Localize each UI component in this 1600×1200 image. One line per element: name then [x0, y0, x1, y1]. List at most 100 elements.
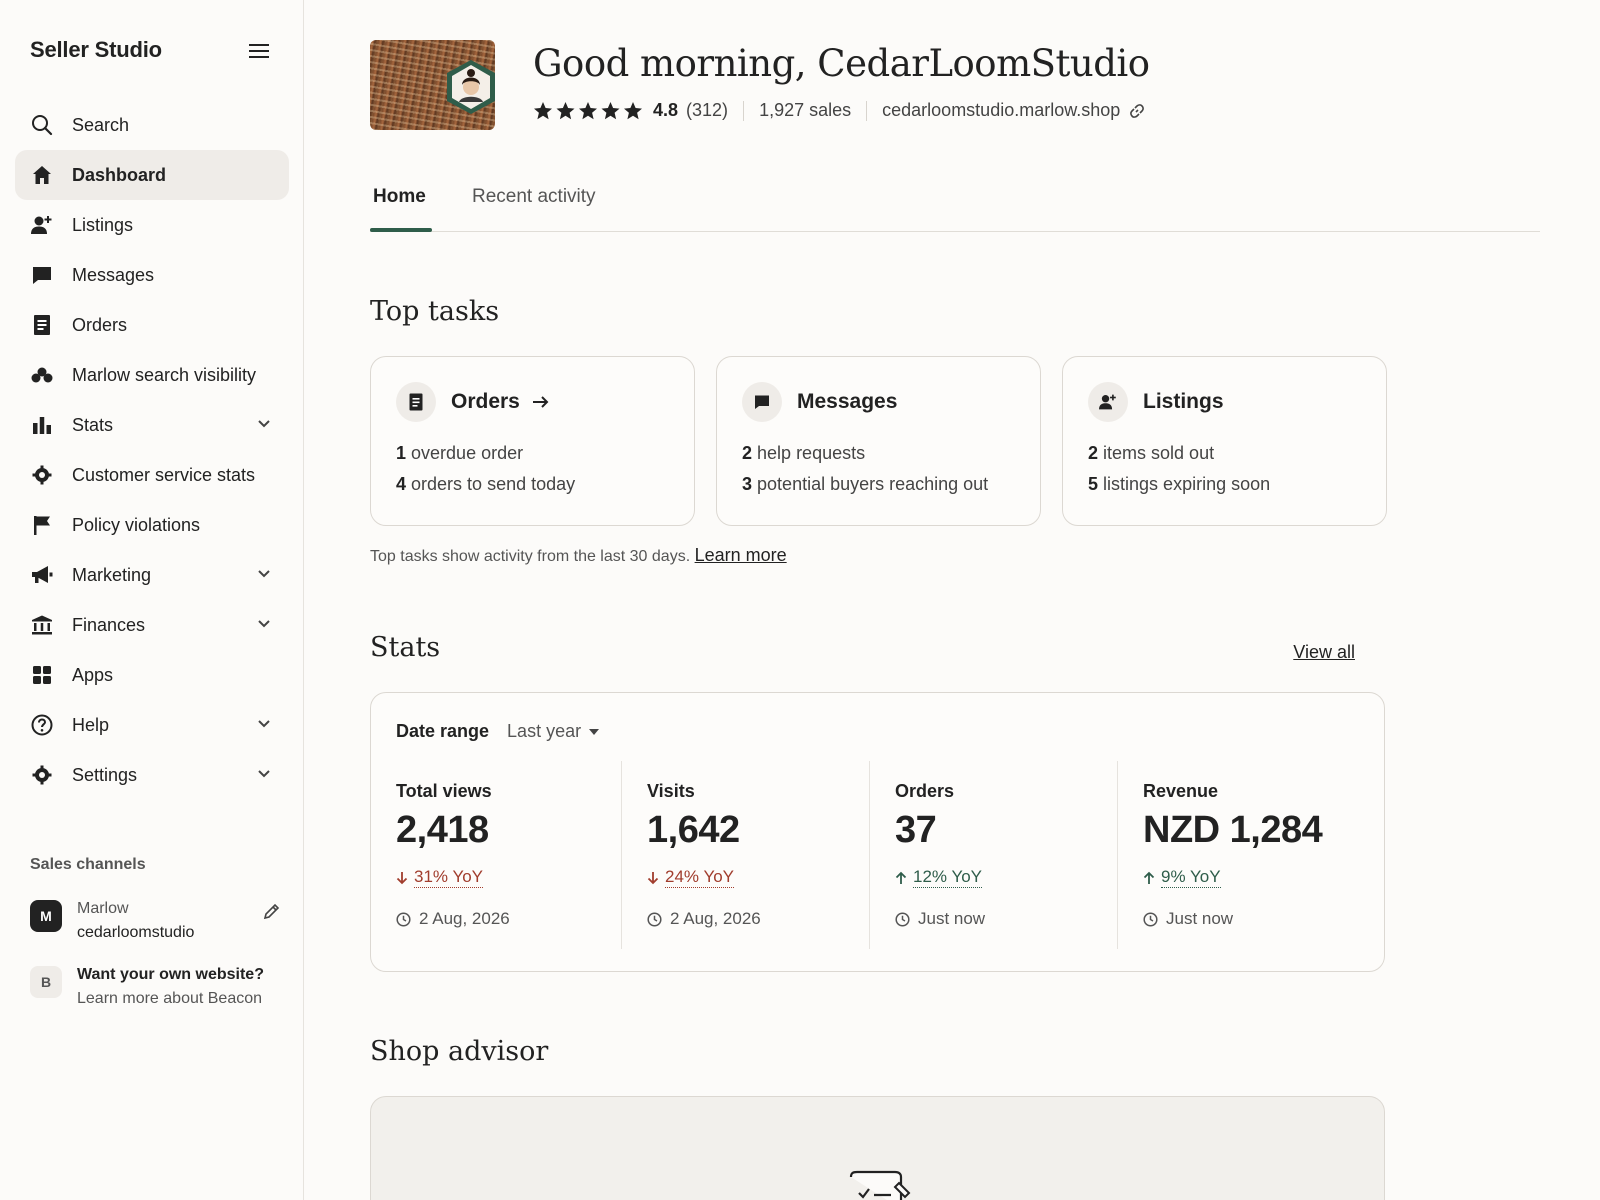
sales-channels-title: Sales channels — [30, 856, 146, 873]
sidebar-item-search-visibility[interactable]: Marlow search visibility — [15, 350, 289, 400]
task-title: Messages — [797, 390, 898, 413]
stats-title: Stats — [370, 632, 441, 663]
greeting-title: Good morning, CedarLoomStudio — [533, 42, 1150, 85]
sidebar-item-label: Customer service stats — [72, 464, 256, 485]
stat-change: 12% YoY — [895, 867, 983, 888]
date-range-selector[interactable]: Date range Last year — [396, 721, 600, 742]
beacon-subtitle: Learn more about Beacon — [77, 990, 263, 1007]
sidebar-item-label: Listings — [72, 214, 134, 235]
sidebar-item-help[interactable]: Help — [15, 700, 289, 750]
sidebar-item-label: Help — [72, 714, 110, 735]
caret-down-icon — [589, 728, 600, 735]
message-icon — [31, 264, 53, 286]
sidebar-item-apps[interactable]: Apps — [15, 650, 289, 700]
sidebar-item-search[interactable]: Search — [15, 100, 289, 150]
stat-updated: 2 Aug, 2026 — [647, 909, 761, 929]
checklist-icon — [849, 1170, 911, 1200]
sidebar-item-listings[interactable]: Listings — [15, 200, 289, 250]
sidebar-item-label: Marketing — [72, 564, 152, 585]
stat-updated: Just now — [1143, 909, 1233, 929]
arrow-right-icon — [532, 394, 550, 410]
task-line: 1 overdue order — [396, 443, 524, 463]
task-card-listings[interactable]: Listings 2 items sold out 5 listings exp… — [1062, 356, 1387, 526]
clock-icon — [1143, 911, 1158, 927]
grid-icon — [31, 664, 53, 686]
sidebar: Seller Studio Search Dashboard Listings … — [0, 0, 304, 1200]
tab-home[interactable]: Home — [373, 186, 426, 208]
stat-revenue[interactable]: Revenue NZD 1,284 9% YoY Just now — [1117, 761, 1365, 949]
arrow-up-icon — [1143, 871, 1155, 884]
sidebar-item-stats[interactable]: Stats — [15, 400, 289, 450]
chevron-down-icon — [257, 416, 271, 435]
task-card-messages[interactable]: Messages 2 help requests 3 potential buy… — [716, 356, 1041, 526]
stats-card: Date range Last year Total views 2,418 3… — [370, 692, 1385, 972]
task-line: 2 items sold out — [1088, 443, 1215, 463]
link-icon[interactable] — [1129, 103, 1145, 119]
main-content: Good morning, CedarLoomStudio 4.8 (312) … — [370, 0, 1540, 1200]
sidebar-item-label: Settings — [72, 764, 138, 785]
top-tasks-title: Top tasks — [370, 296, 500, 327]
stat-visits[interactable]: Visits 1,642 24% YoY 2 Aug, 2026 — [621, 761, 869, 949]
stat-change: 9% YoY — [1143, 867, 1221, 888]
clock-icon — [647, 911, 662, 927]
stat-orders[interactable]: Orders 37 12% YoY Just now — [869, 761, 1117, 949]
tab-recent-activity[interactable]: Recent activity — [472, 186, 596, 208]
sidebar-item-finances[interactable]: Finances — [15, 600, 289, 650]
chevron-down-icon — [257, 716, 271, 735]
clock-icon — [396, 911, 411, 927]
stat-label: Total views — [396, 781, 492, 801]
stat-value: NZD 1,284 — [1143, 809, 1323, 851]
sidebar-item-label: Messages — [72, 264, 155, 285]
stat-value: 2,418 — [396, 809, 489, 851]
sidebar-item-orders[interactable]: Orders — [15, 300, 289, 350]
stat-value: 1,642 — [647, 809, 740, 851]
sidebar-item-label: Stats — [72, 414, 114, 435]
sidebar-item-customer-service-stats[interactable]: Customer service stats — [15, 450, 289, 500]
rating-stars-icon — [533, 101, 645, 121]
stat-label: Revenue — [1143, 781, 1219, 801]
chevron-down-icon — [257, 616, 271, 635]
date-range-label: Date range — [396, 721, 490, 741]
task-line: 4 orders to send today — [396, 474, 576, 494]
channel-name: Marlow — [77, 900, 129, 917]
divider — [866, 100, 868, 121]
view-all-link[interactable]: View all — [1293, 642, 1355, 663]
arrow-down-icon — [647, 871, 659, 884]
task-line: 2 help requests — [742, 443, 866, 463]
review-count: (312) — [686, 100, 729, 120]
learn-more-link[interactable]: Learn more — [695, 545, 787, 565]
sidebar-item-dashboard[interactable]: Dashboard — [15, 150, 289, 200]
stat-label: Orders — [895, 781, 955, 801]
sidebar-item-label: Search — [72, 114, 130, 135]
sidebar-item-settings[interactable]: Settings — [15, 750, 289, 800]
task-card-orders[interactable]: Orders 1 overdue order 4 orders to send … — [370, 356, 695, 526]
sales-channel-beacon[interactable]: B Want your own website? Learn more abou… — [30, 963, 280, 1011]
task-line: 3 potential buyers reaching out — [742, 474, 989, 494]
clock-icon — [895, 911, 910, 927]
gear-icon — [31, 464, 53, 486]
bar-chart-icon — [31, 414, 53, 436]
menu-toggle-button[interactable] — [246, 40, 272, 62]
stat-change: 24% YoY — [647, 867, 735, 888]
stat-total-views[interactable]: Total views 2,418 31% YoY 2 Aug, 2026 — [396, 761, 621, 949]
shop-url-link[interactable]: cedarloomstudio.marlow.shop — [882, 100, 1120, 121]
megaphone-icon — [31, 564, 53, 586]
sidebar-item-label: Apps — [72, 664, 114, 685]
stat-label: Visits — [647, 781, 695, 801]
hamburger-icon — [249, 44, 269, 58]
message-icon — [742, 382, 782, 422]
help-icon — [31, 714, 53, 736]
sales-channel-marlow[interactable]: M Marlow cedarloomstudio — [30, 897, 280, 945]
stat-updated: Just now — [895, 909, 985, 929]
stat-updated: 2 Aug, 2026 — [396, 909, 510, 929]
edit-pencil-icon[interactable] — [262, 903, 280, 926]
sidebar-item-marketing[interactable]: Marketing — [15, 550, 289, 600]
shop-advisor-card — [370, 1096, 1385, 1200]
document-icon — [31, 314, 53, 336]
task-title: Listings — [1143, 390, 1224, 413]
shop-banner-image — [370, 40, 495, 130]
sidebar-nav: Search Dashboard Listings Messages Order… — [15, 100, 289, 800]
search-icon — [31, 114, 53, 136]
sidebar-item-policy-violations[interactable]: Policy violations — [15, 500, 289, 550]
sidebar-item-messages[interactable]: Messages — [15, 250, 289, 300]
